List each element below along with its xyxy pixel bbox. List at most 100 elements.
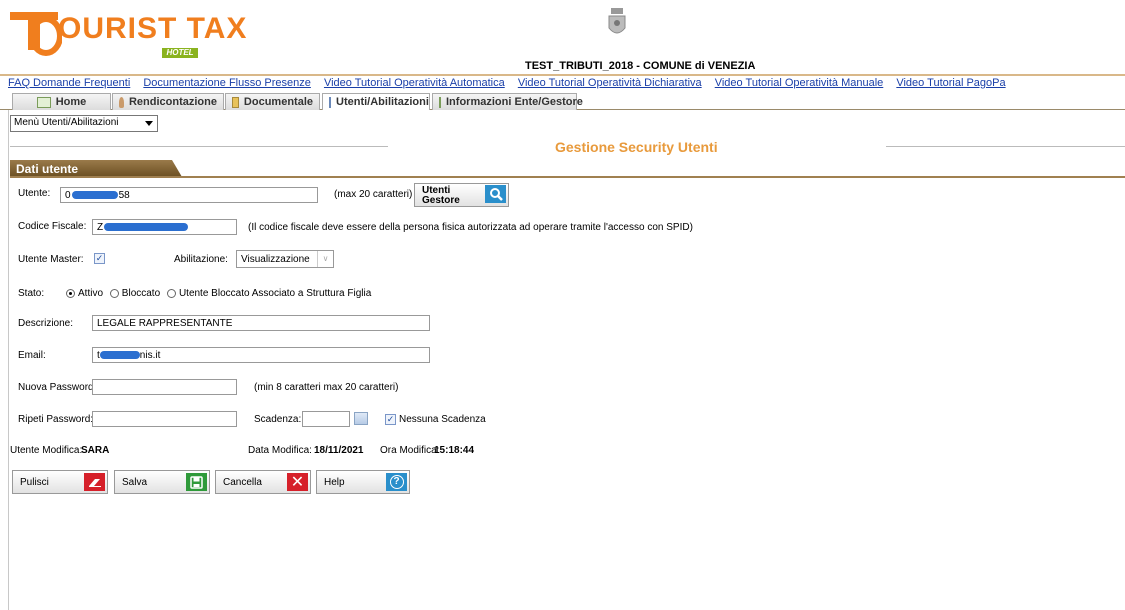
password-hint: (min 8 caratteri max 20 caratteri) xyxy=(254,382,399,393)
help-button[interactable]: Help ? xyxy=(316,470,410,494)
help-links-bar: FAQ Domande Frequenti Documentazione Flu… xyxy=(8,77,1016,89)
section-header: Dati utente xyxy=(10,160,182,177)
descrizione-input[interactable]: LEGALE RAPPRESENTANTE xyxy=(92,315,430,331)
ripeti-password-input[interactable] xyxy=(92,411,237,427)
nessuna-scadenza-label: Nessuna Scadenza xyxy=(399,414,486,425)
utente-value-end: 58 xyxy=(118,190,130,201)
ora-modifica-label: Ora Modifica: xyxy=(380,445,440,456)
email-value-end: nis.it xyxy=(139,350,161,361)
abilitazione-value: Visualizzazione xyxy=(241,254,310,265)
cancella-button[interactable]: Cancella ✕ xyxy=(215,470,311,494)
nessuna-scadenza-checkbox[interactable]: ✓ xyxy=(385,414,396,425)
ora-modifica-value: 15:18:44 xyxy=(434,445,475,456)
radio-attivo-label: Attivo xyxy=(78,288,104,299)
data-modifica-value: 18/11/2021 xyxy=(314,445,364,456)
link-video-dichiarativa[interactable]: Video Tutorial Operatività Dichiarativa xyxy=(518,77,702,89)
link-documentazione[interactable]: Documentazione Flusso Presenze xyxy=(143,77,311,89)
folder-icon xyxy=(232,96,239,108)
abilitazione-label: Abilitazione: xyxy=(174,254,228,265)
master-label: Utente Master: xyxy=(18,254,84,265)
tab-informazioni-ente[interactable]: Informazioni Ente/Gestore xyxy=(432,93,583,110)
calendar-icon[interactable] xyxy=(354,412,368,425)
cf-hint: (Il codice fiscale deve essere della per… xyxy=(248,222,693,233)
left-border xyxy=(8,110,9,610)
master-checkbox[interactable]: ✓ xyxy=(94,253,105,264)
abilitazione-select[interactable]: Visualizzazione ∨ xyxy=(236,250,334,268)
tab-home-label: Home xyxy=(55,96,87,108)
radio-attivo[interactable] xyxy=(66,288,75,298)
help-label: Help xyxy=(324,476,345,488)
email-label: Email: xyxy=(18,350,46,361)
radio-bloccato[interactable] xyxy=(109,288,119,298)
link-video-manuale[interactable]: Video Tutorial Operatività Manuale xyxy=(715,77,884,89)
stato-radio-group: Attivo Bloccato Utente Bloccato Associat… xyxy=(66,288,371,299)
radio-bloccato-struttura[interactable] xyxy=(166,288,176,298)
user-icon xyxy=(119,96,124,108)
search-icon xyxy=(485,185,506,203)
logo-text: OURIST TAX xyxy=(58,12,248,45)
pulisci-label: Pulisci xyxy=(20,476,49,488)
utenti-gestore-label: Utenti Gestore xyxy=(422,185,460,206)
tab-utenti-abilitazioni[interactable]: Utenti/Abilitazioni xyxy=(322,93,430,110)
utente-value-start: 0 xyxy=(65,190,71,201)
radio-bloccato-struttura-label: Utente Bloccato Associato a Struttura Fi… xyxy=(178,288,372,299)
tab-bar: Home Rendicontazione Documentale Utenti/… xyxy=(0,92,1125,110)
descrizione-value: LEGALE RAPPRESENTANTE xyxy=(97,318,233,329)
home-icon xyxy=(36,96,51,108)
title-rule-left xyxy=(10,146,388,147)
scadenza-input[interactable] xyxy=(302,411,350,427)
email-input[interactable]: t nis.it xyxy=(92,347,430,363)
menu-select-value: Menù Utenti/Abilitazioni xyxy=(14,117,119,128)
utente-label: Utente: xyxy=(18,188,51,199)
salva-label: Salva xyxy=(122,476,148,488)
chevron-down-icon xyxy=(145,121,153,126)
utente-hint: (max 20 caratteri) xyxy=(334,189,413,200)
redaction-mark xyxy=(99,351,140,360)
help-icon: ? xyxy=(386,473,407,491)
coat-of-arms-icon xyxy=(608,8,626,34)
tab-utenti-label: Utenti/Abilitazioni xyxy=(336,96,429,108)
eraser-icon xyxy=(84,473,105,491)
scadenza-label: Scadenza: xyxy=(254,414,302,425)
utente-input[interactable]: 0 58 xyxy=(60,187,318,203)
menu-select[interactable]: Menù Utenti/Abilitazioni xyxy=(10,115,158,132)
redaction-mark xyxy=(71,191,118,200)
id-card-icon xyxy=(329,96,331,108)
descrizione-label: Descrizione: xyxy=(18,318,74,329)
tab-rendicontazione[interactable]: Rendicontazione xyxy=(112,93,224,110)
tab-home[interactable]: Home xyxy=(12,93,111,110)
pulisci-button[interactable]: Pulisci xyxy=(12,470,108,494)
chevron-down-icon: ∨ xyxy=(317,251,333,267)
data-modifica-label: Data Modifica: xyxy=(248,445,312,456)
tab-informazioni-label: Informazioni Ente/Gestore xyxy=(446,96,583,108)
stato-label: Stato: xyxy=(18,288,45,299)
nuova-password-label: Nuova Password: xyxy=(18,382,97,393)
utenti-gestore-button[interactable]: Utenti Gestore xyxy=(414,183,509,207)
logo-hotel-badge: HOTEL xyxy=(162,48,198,58)
link-video-pagopa[interactable]: Video Tutorial PagoPa xyxy=(896,77,1005,89)
ente-title: TEST_TRIBUTI_2018 - COMUNE di VENEZIA xyxy=(525,60,756,72)
salva-button[interactable]: Salva xyxy=(114,470,210,494)
radio-bloccato-label: Bloccato xyxy=(121,288,161,299)
utente-modifica-value: SARA xyxy=(81,445,110,456)
header-divider xyxy=(0,74,1125,76)
link-video-automatica[interactable]: Video Tutorial Operatività Automatica xyxy=(324,77,505,89)
cf-label: Codice Fiscale: xyxy=(18,221,87,232)
cf-value-start: Z xyxy=(97,222,104,233)
nuova-password-input[interactable] xyxy=(92,379,237,395)
utente-modifica-label: Utente Modifica: xyxy=(10,445,83,456)
close-icon: ✕ xyxy=(287,473,308,491)
tab-documentale-label: Documentale xyxy=(243,96,313,108)
page-title: Gestione Security Utenti xyxy=(555,139,718,155)
section-rule xyxy=(10,176,1125,178)
cancella-label: Cancella xyxy=(223,476,262,488)
cf-input[interactable]: Z xyxy=(92,219,237,235)
tab-documentale[interactable]: Documentale xyxy=(225,93,320,110)
ripeti-password-label: Ripeti Password: xyxy=(18,414,94,425)
info-list-icon xyxy=(439,96,441,108)
title-rule-right xyxy=(886,146,1125,147)
logo-t-emblem-icon xyxy=(10,12,62,56)
link-faq[interactable]: FAQ Domande Frequenti xyxy=(8,77,130,89)
tab-rendicontazione-label: Rendicontazione xyxy=(128,96,217,108)
redaction-mark xyxy=(104,223,189,232)
